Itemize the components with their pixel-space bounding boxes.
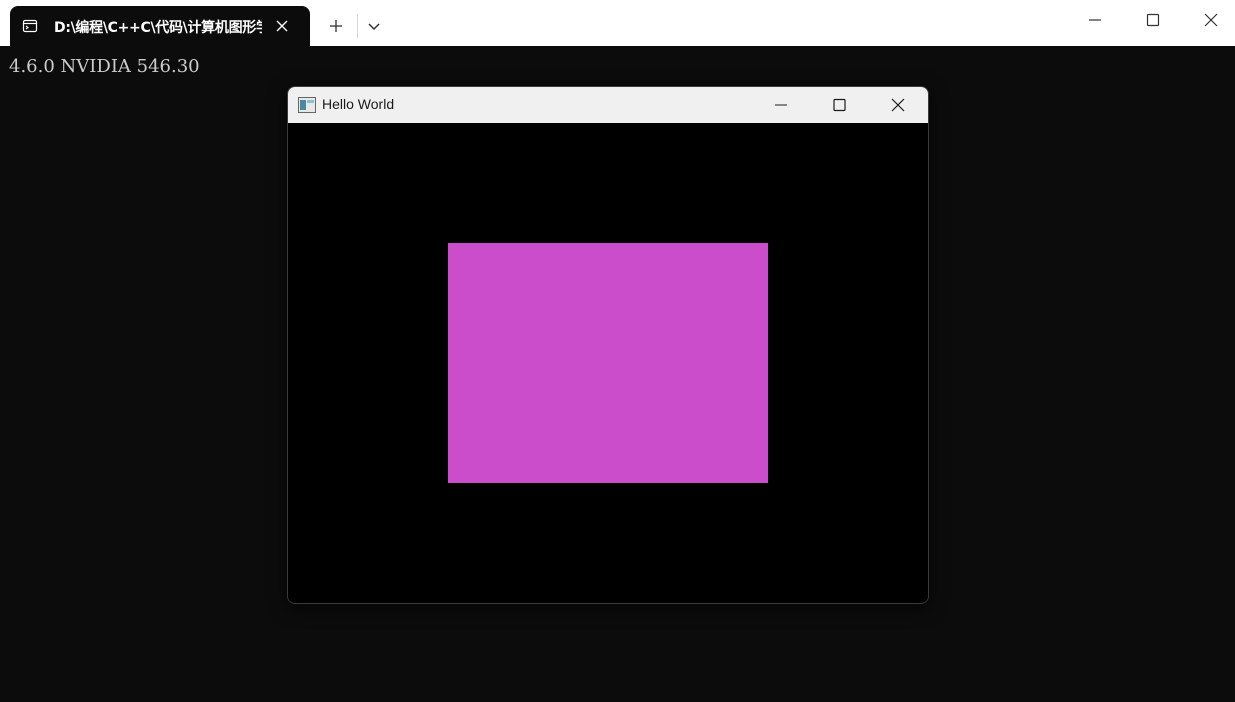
maximize-button[interactable]	[1139, 8, 1167, 32]
glfw-maximize-button[interactable]	[827, 94, 851, 116]
chevron-down-icon	[368, 23, 380, 31]
plus-icon	[330, 20, 342, 32]
maximize-icon	[1146, 13, 1160, 27]
close-window-button[interactable]	[1197, 8, 1225, 32]
minimize-button[interactable]	[1081, 8, 1109, 32]
tab-dropdown-button[interactable]	[362, 14, 386, 38]
glfw-minimize-button[interactable]	[769, 94, 793, 116]
glfw-titlebar[interactable]: Hello World	[288, 87, 928, 123]
rendered-rectangle	[448, 243, 768, 483]
close-icon	[1204, 13, 1218, 27]
terminal-titlebar: D:\编程\C++C\代码\计算机图形学	[0, 0, 1235, 46]
maximize-icon	[833, 98, 846, 112]
terminal-tab[interactable]: D:\编程\C++C\代码\计算机图形学	[10, 6, 310, 46]
new-tab-button[interactable]	[322, 14, 350, 38]
app-window-icon	[298, 97, 316, 113]
glfw-close-button[interactable]	[886, 94, 910, 116]
close-icon	[891, 98, 905, 112]
terminal-icon	[22, 19, 38, 33]
window-title: Hello World	[322, 96, 395, 112]
console-output-line: 4.6.0 NVIDIA 546.30	[9, 56, 200, 77]
glfw-window: Hello World	[287, 86, 929, 604]
opengl-viewport[interactable]	[288, 123, 928, 603]
tab-divider	[357, 14, 358, 38]
tab-title: D:\编程\C++C\代码\计算机图形学	[54, 20, 262, 36]
close-icon[interactable]	[274, 18, 290, 34]
